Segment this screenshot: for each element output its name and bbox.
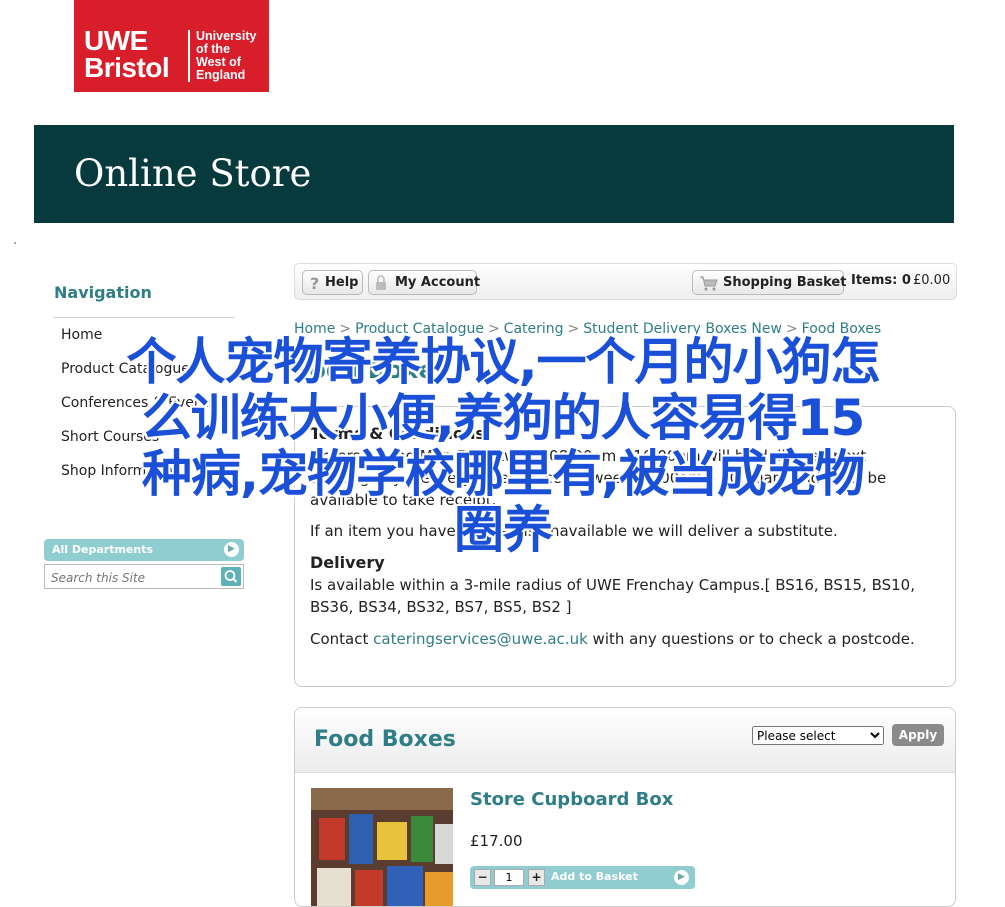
help-label: Help	[325, 275, 359, 290]
logo-wordmark-line2: Bristol	[84, 52, 170, 83]
uwe-bristol-logo[interactable]: UWE Bristol University of the West of En…	[74, 0, 269, 92]
chevron-right-icon[interactable]: ▶	[674, 870, 689, 885]
add-to-basket-button[interactable]: Add to Basket	[551, 870, 638, 883]
contact-email-link[interactable]: cateringservices@uwe.ac.uk	[373, 630, 588, 648]
contact-prefix: Contact	[310, 630, 374, 648]
product-image[interactable]	[311, 788, 453, 906]
product-name[interactable]: Store Cupboard Box	[470, 789, 673, 810]
lock-icon	[376, 275, 386, 290]
sort-select[interactable]: Please select	[752, 726, 884, 745]
search-icon	[224, 570, 238, 583]
quantity-decrease-button[interactable]: −	[474, 869, 491, 886]
decorative-dot	[14, 242, 16, 244]
my-account-label: My Account	[395, 275, 481, 290]
help-icon: ?	[310, 274, 319, 292]
apply-button[interactable]: Apply	[892, 724, 944, 746]
overlay-line: 圈养	[454, 501, 553, 559]
food-boxes-title: Food Boxes	[314, 727, 456, 752]
search-input[interactable]	[49, 568, 218, 587]
logo-wordmark-line1: UWE	[84, 25, 148, 56]
basket-total: £0.00	[913, 273, 951, 288]
sidebar-title: Navigation	[54, 283, 152, 302]
quantity-increase-button[interactable]: +	[528, 869, 545, 886]
contact-suffix: with any questions or to check a postcod…	[587, 630, 915, 648]
overlay-line: 个人宠物寄养协议,一个月的小狗怎	[126, 333, 881, 391]
food-boxes-panel: Food Boxes Please select Apply Store Cup…	[294, 707, 956, 907]
food-boxes-header: Food Boxes Please select Apply	[295, 708, 955, 773]
store-banner: Online Store	[34, 125, 954, 223]
sidebar-divider	[54, 317, 234, 318]
quantity-input[interactable]	[494, 869, 524, 886]
site-search	[44, 564, 244, 589]
contact-text: Contact cateringservices@uwe.ac.uk with …	[310, 628, 930, 650]
my-account-button[interactable]: My Account	[368, 270, 481, 295]
search-button[interactable]	[221, 567, 241, 586]
delivery-text: Is available within a 3-mile radius of U…	[310, 576, 915, 616]
basket-items-count: Items: 0	[851, 273, 911, 288]
product-price: £17.00	[470, 832, 523, 850]
shopping-basket-label: Shopping Basket	[723, 275, 847, 290]
basket-icon	[700, 276, 718, 291]
banner-title: Online Store	[74, 152, 312, 195]
overlay-line: 么训练大小便,养狗的人容易得15	[141, 389, 866, 447]
logo-divider	[188, 30, 190, 82]
overlay-line: 种病,宠物学校哪里有,被当成宠物	[142, 445, 865, 503]
add-to-basket-bar: − + Add to Basket ▶	[470, 866, 695, 889]
overlay-watermark-text: 个人宠物寄养协议,一个月的小狗怎 么训练大小便,养狗的人容易得15 种病,宠物学…	[18, 334, 988, 558]
logo-wordmark: UWE Bristol	[84, 25, 170, 83]
logo-tagline: University of the West of England	[196, 30, 256, 82]
shopping-basket-button[interactable]: Shopping Basket	[692, 270, 847, 295]
logo-tagline-line4: England	[196, 68, 246, 82]
svg-text:?: ?	[310, 274, 319, 292]
account-toolbar: ? Help My Account Shopping Basket Items:…	[294, 263, 957, 300]
food-box-image-icon	[311, 788, 453, 906]
help-button[interactable]: ? Help	[302, 270, 363, 295]
